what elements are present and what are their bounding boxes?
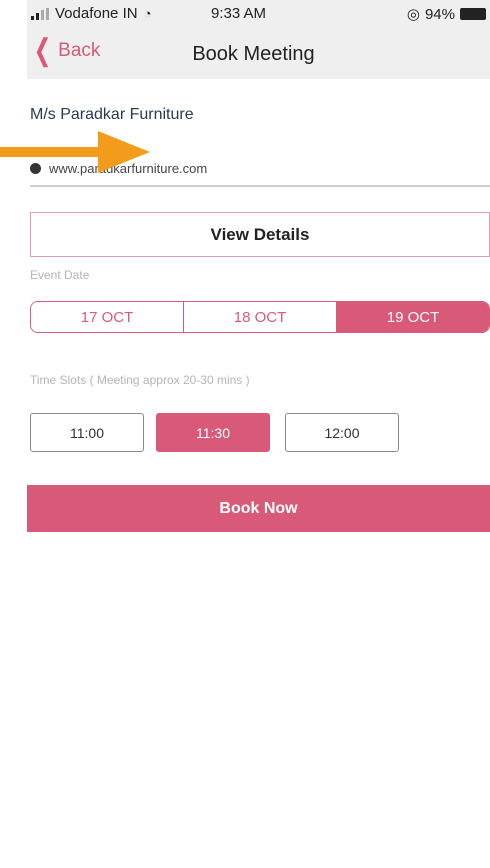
date-option-selected[interactable]: 19 OCT bbox=[337, 302, 489, 332]
battery-percent: 94% bbox=[424, 5, 455, 23]
navigation-bar: ❮ Back Book Meeting bbox=[27, 27, 490, 79]
status-time: 9:33 AM bbox=[211, 5, 267, 22]
time-slot[interactable]: 12:00 bbox=[285, 413, 399, 452]
book-now-button[interactable]: Book Now bbox=[27, 485, 490, 532]
view-details-button[interactable]: View Details bbox=[30, 212, 490, 257]
signal-icon bbox=[31, 7, 49, 20]
annotation-arrow-icon bbox=[0, 131, 150, 173]
carrier-name: Vodafone IN bbox=[55, 5, 138, 22]
time-slot-selected[interactable]: 11:30 bbox=[156, 413, 270, 452]
status-bar: Vodafone IN ◔ 9:33 AM ◎ 94% bbox=[27, 0, 490, 27]
status-left: Vodafone IN ◔ bbox=[31, 5, 151, 22]
date-selector: 17 OCT 18 OCT 19 OCT bbox=[30, 301, 490, 333]
company-name: M/s Paradkar Furniture bbox=[30, 106, 194, 123]
time-slots-label: Time Slots ( Meeting approx 20-30 mins ) bbox=[30, 373, 250, 387]
date-option[interactable]: 17 OCT bbox=[31, 302, 184, 332]
date-option[interactable]: 18 OCT bbox=[184, 302, 337, 332]
status-right: ◎ 94% bbox=[407, 5, 486, 23]
wifi-icon: ◔ bbox=[143, 6, 152, 21]
event-date-label: Event Date bbox=[30, 268, 90, 282]
time-slot[interactable]: 11:00 bbox=[30, 413, 144, 452]
battery-icon bbox=[460, 8, 486, 20]
divider bbox=[30, 185, 490, 187]
page-title: Book Meeting bbox=[27, 43, 490, 66]
page-title-text: Book Meeting bbox=[192, 43, 315, 65]
lock-rotation-icon: ◎ bbox=[406, 6, 420, 23]
